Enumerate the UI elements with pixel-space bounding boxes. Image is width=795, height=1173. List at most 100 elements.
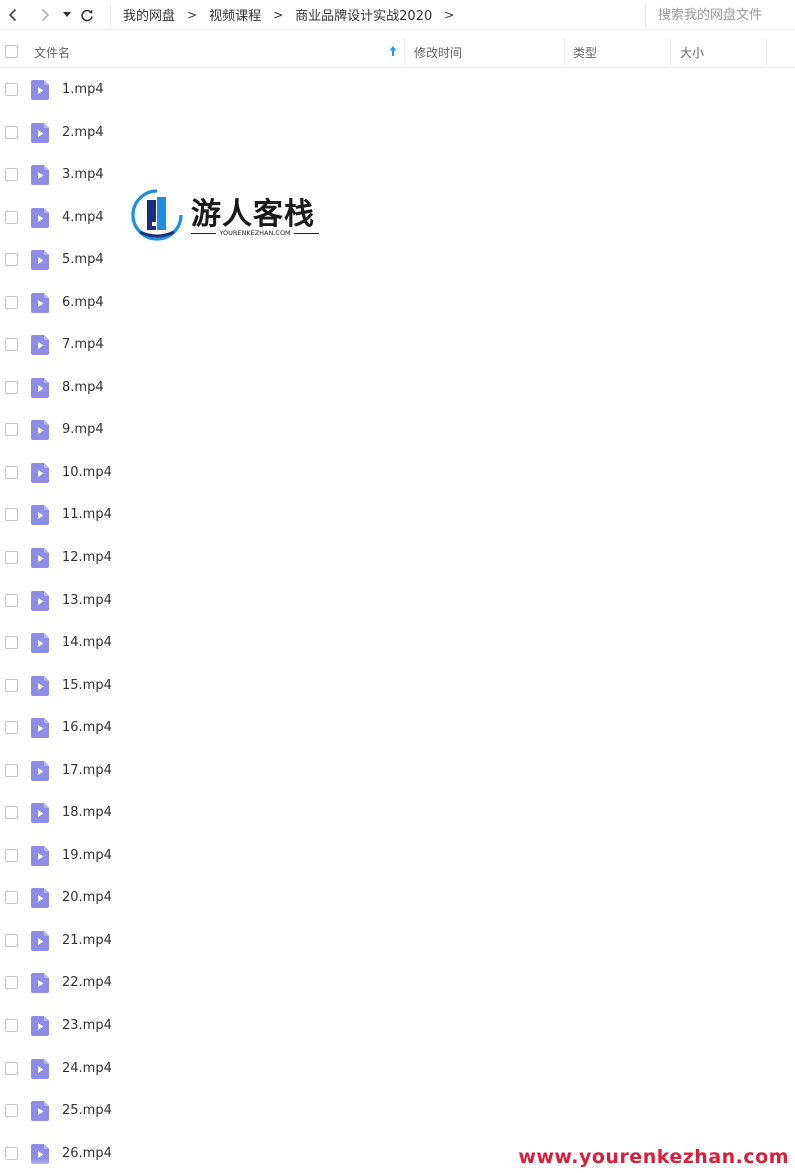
column-divider[interactable] [564, 38, 565, 66]
video-file-icon [31, 165, 49, 186]
file-row[interactable]: 15.mp4 [0, 665, 795, 708]
file-name[interactable]: 1.mp4 [62, 82, 104, 97]
file-name[interactable]: 7.mp4 [62, 337, 104, 352]
file-row-checkbox[interactable] [5, 168, 18, 182]
file-row[interactable]: 13.mp4 [0, 580, 795, 623]
file-name[interactable]: 23.mp4 [62, 1018, 112, 1033]
file-row[interactable]: 21.mp4 [0, 920, 795, 963]
file-row-checkbox[interactable] [5, 465, 18, 479]
file-row[interactable]: 23.mp4 [0, 1005, 795, 1048]
file-name[interactable]: 2.mp4 [62, 125, 104, 140]
history-dropdown-button[interactable] [60, 4, 74, 26]
file-row-checkbox[interactable] [5, 678, 18, 692]
refresh-button[interactable] [76, 4, 98, 26]
file-row[interactable]: 20.mp4 [0, 877, 795, 920]
file-row-checkbox[interactable] [5, 1061, 18, 1075]
file-row[interactable]: 7.mp4 [0, 324, 795, 367]
file-name[interactable]: 8.mp4 [62, 380, 104, 395]
file-row[interactable]: 19.mp4 [0, 835, 795, 878]
file-name[interactable]: 20.mp4 [62, 890, 112, 905]
file-row[interactable]: 17.mp4 [0, 750, 795, 793]
file-row[interactable]: 22.mp4 [0, 962, 795, 1005]
file-row[interactable]: 11.mp4 [0, 494, 795, 537]
file-row[interactable]: 4.mp4 [0, 197, 795, 240]
file-row-checkbox[interactable] [5, 1104, 18, 1118]
file-row-checkbox[interactable] [5, 1146, 18, 1160]
file-name[interactable]: 16.mp4 [62, 720, 112, 735]
file-row[interactable]: 5.mp4 [0, 239, 795, 282]
file-name[interactable]: 10.mp4 [62, 465, 112, 480]
file-row[interactable]: 8.mp4 [0, 367, 795, 410]
file-row-checkbox[interactable] [5, 423, 18, 437]
chevron-left-icon [8, 8, 17, 21]
file-name[interactable]: 6.mp4 [62, 295, 104, 310]
file-row-checkbox[interactable] [5, 593, 18, 607]
file-row[interactable]: 2.mp4 [0, 112, 795, 155]
column-divider[interactable] [670, 38, 671, 66]
file-row[interactable]: 14.mp4 [0, 622, 795, 665]
file-name[interactable]: 22.mp4 [62, 975, 112, 990]
file-name[interactable]: 5.mp4 [62, 252, 104, 267]
file-row-checkbox[interactable] [5, 636, 18, 650]
breadcrumb: 我的网盘 > 视频课程 > 商业品牌设计实战2020 > [123, 5, 466, 25]
file-row-checkbox[interactable] [5, 508, 18, 522]
file-row-checkbox[interactable] [5, 933, 18, 947]
file-row-checkbox[interactable] [5, 253, 18, 267]
file-row-checkbox[interactable] [5, 721, 18, 735]
file-row-checkbox[interactable] [5, 83, 18, 96]
file-name[interactable]: 24.mp4 [62, 1061, 112, 1076]
select-all-checkbox[interactable] [5, 45, 18, 58]
file-row-checkbox[interactable] [5, 210, 18, 224]
file-row[interactable]: 6.mp4 [0, 282, 795, 325]
breadcrumb-item-root[interactable]: 我的网盘 [123, 5, 175, 24]
sort-ascending-icon[interactable] [388, 45, 398, 57]
file-name[interactable]: 21.mp4 [62, 933, 112, 948]
forward-button[interactable] [34, 4, 56, 26]
file-name[interactable]: 25.mp4 [62, 1103, 112, 1118]
file-name[interactable]: 12.mp4 [62, 550, 112, 565]
file-row-checkbox[interactable] [5, 380, 18, 394]
column-divider[interactable] [766, 38, 767, 66]
file-row-checkbox[interactable] [5, 848, 18, 862]
file-name[interactable]: 14.mp4 [62, 635, 112, 650]
file-row-checkbox[interactable] [5, 338, 18, 352]
file-row[interactable]: 25.mp4 [0, 1090, 795, 1133]
file-row-checkbox[interactable] [5, 295, 18, 309]
column-divider[interactable] [404, 38, 405, 66]
breadcrumb-item-video-courses[interactable]: 视频课程 [209, 5, 261, 24]
file-row[interactable]: 3.mp4 [0, 154, 795, 197]
file-name[interactable]: 19.mp4 [62, 848, 112, 863]
file-row-checkbox[interactable] [5, 976, 18, 990]
file-name[interactable]: 11.mp4 [62, 507, 112, 522]
file-list-header: 文件名 修改时间 类型 大小 [0, 36, 795, 68]
file-name[interactable]: 4.mp4 [62, 210, 104, 225]
video-file-icon [31, 760, 49, 781]
file-row-checkbox[interactable] [5, 125, 18, 139]
file-name[interactable]: 9.mp4 [62, 422, 104, 437]
back-button[interactable] [2, 4, 24, 26]
column-header-type[interactable]: 类型 [573, 36, 597, 68]
file-row[interactable]: 18.mp4 [0, 792, 795, 835]
file-row[interactable]: 10.mp4 [0, 452, 795, 495]
file-row[interactable]: 24.mp4 [0, 1048, 795, 1091]
column-header-name[interactable]: 文件名 [34, 36, 404, 68]
file-name[interactable]: 17.mp4 [62, 763, 112, 778]
column-header-mtime[interactable]: 修改时间 [414, 36, 462, 68]
file-name[interactable]: 15.mp4 [62, 678, 112, 693]
file-name[interactable]: 3.mp4 [62, 167, 104, 182]
file-row-checkbox[interactable] [5, 551, 18, 565]
file-row[interactable]: 16.mp4 [0, 707, 795, 750]
file-row-checkbox[interactable] [5, 891, 18, 905]
search-input[interactable] [646, 3, 795, 27]
file-name[interactable]: 13.mp4 [62, 593, 112, 608]
file-row[interactable]: 9.mp4 [0, 409, 795, 452]
toolbar: 我的网盘 > 视频课程 > 商业品牌设计实战2020 > [0, 0, 795, 30]
file-name[interactable]: 18.mp4 [62, 805, 112, 820]
file-row[interactable]: 1.mp4 [0, 69, 795, 112]
file-row[interactable]: 12.mp4 [0, 537, 795, 580]
file-row-checkbox[interactable] [5, 1019, 18, 1033]
file-row-checkbox[interactable] [5, 763, 18, 777]
column-header-size[interactable]: 大小 [680, 36, 704, 68]
breadcrumb-item-current-folder[interactable]: 商业品牌设计实战2020 [295, 5, 432, 24]
file-row-checkbox[interactable] [5, 806, 18, 820]
